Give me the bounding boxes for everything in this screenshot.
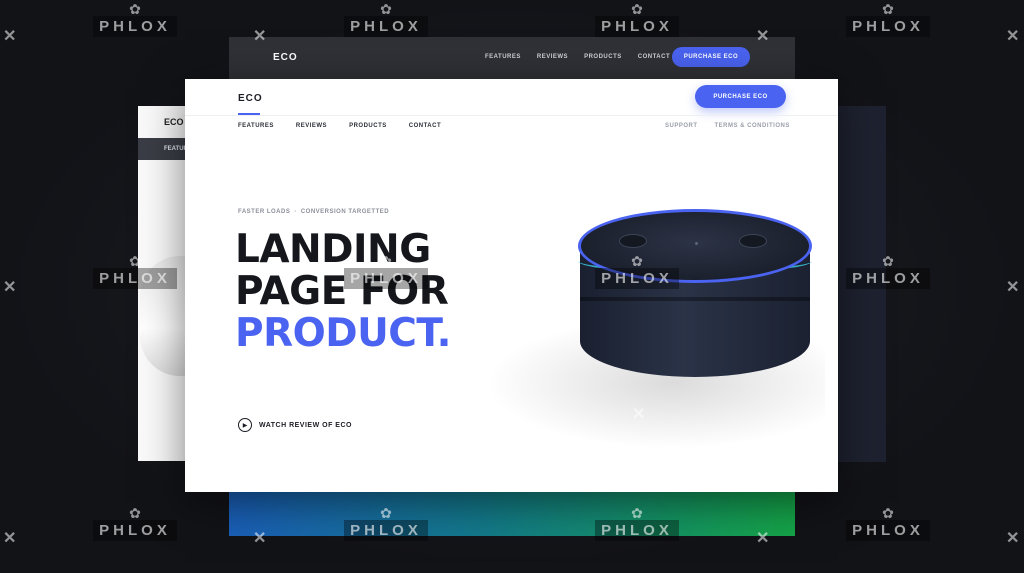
watch-review-link[interactable]: ▶ WATCH REVIEW OF ECO (238, 418, 352, 432)
header-divider (185, 115, 838, 116)
play-icon[interactable]: ▶ (238, 418, 252, 432)
lotus-icon: ✿ (129, 1, 141, 17)
phlox-watermark: ✿ PHLOX (592, 506, 682, 541)
watermark-text: PHLOX (93, 268, 177, 289)
close-icon: ✕ (632, 406, 646, 423)
watermark-text: PHLOX (595, 16, 679, 37)
secondary-nav: SUPPORT TERMS & CONDITIONS (665, 123, 790, 129)
watermark-text: PHLOX (846, 16, 930, 37)
nav-contact[interactable]: CONTACT (409, 123, 441, 129)
eyebrow-conversion: CONVERSION TARGETTED (300, 209, 390, 215)
phlox-watermark: ✿ PHLOX (90, 2, 180, 37)
lotus-icon: ✿ (882, 505, 894, 521)
bottom-preview-card (229, 492, 795, 536)
lotus-icon: ✿ (631, 253, 643, 269)
purchase-button[interactable]: PURCHASE ECO (695, 85, 786, 108)
speaker-button-right (739, 234, 767, 248)
hero-eyebrow: FASTER LOADS · CONVERSION TARGETTED (238, 209, 389, 215)
watermark-text: PHLOX (595, 268, 679, 289)
lotus-icon: ✿ (129, 505, 141, 521)
close-icon: ✕ (3, 530, 17, 547)
eyebrow-faster-loads: FASTER LOADS (238, 209, 291, 215)
watermark-text: PHLOX (595, 520, 679, 541)
left-logo: ECO (164, 117, 184, 127)
nav-reviews[interactable]: REVIEWS (296, 123, 327, 129)
speaker-mic-dot (695, 242, 698, 245)
nav-terms[interactable]: TERMS & CONDITIONS (715, 123, 790, 129)
lotus-icon: ✿ (380, 253, 392, 269)
phlox-watermark: ✿ PHLOX (843, 506, 933, 541)
back-nav: FEATURES REVIEWS PRODUCTS CONTACT (485, 54, 670, 60)
nav-products[interactable]: PRODUCTS (349, 123, 387, 129)
lotus-icon: ✿ (129, 253, 141, 269)
close-icon: ✕ (506, 279, 520, 296)
back-purchase-button: PURCHASE ECO (672, 47, 750, 67)
main-nav: FEATURES REVIEWS PRODUCTS CONTACT (238, 123, 441, 129)
close-icon: ✕ (380, 406, 394, 423)
close-icon: ✕ (380, 154, 394, 171)
phlox-watermark: ✿ PHLOX (341, 254, 431, 289)
phlox-watermark: ✿ PHLOX (341, 2, 431, 37)
phlox-watermark: ✿ PHLOX (592, 254, 682, 289)
close-icon: ✕ (253, 530, 267, 547)
watermark-text: PHLOX (344, 520, 428, 541)
watermark-text: PHLOX (93, 520, 177, 541)
close-icon: ✕ (3, 279, 17, 296)
back-nav-reviews: REVIEWS (536, 54, 569, 60)
logo[interactable]: ECO (238, 93, 263, 104)
speaker-button-left (619, 234, 647, 248)
lotus-icon: ✿ (882, 253, 894, 269)
lotus-icon: ✿ (380, 1, 392, 17)
headline-line-3: PRODUCT. (235, 311, 451, 356)
nav-support[interactable]: SUPPORT (665, 123, 698, 129)
watermark-text: PHLOX (344, 268, 428, 289)
close-icon: ✕ (1006, 279, 1020, 296)
back-nav-contact: CONTACT (637, 54, 671, 60)
lotus-icon: ✿ (882, 1, 894, 17)
phlox-watermark: ✿ PHLOX (843, 2, 933, 37)
watermark-text: PHLOX (93, 16, 177, 37)
eyebrow-separator: · (294, 209, 297, 215)
watermark-text: PHLOX (344, 16, 428, 37)
phlox-watermark: ✿ PHLOX (592, 2, 682, 37)
phlox-watermark: ✿ PHLOX (843, 254, 933, 289)
close-icon: ✕ (756, 530, 770, 547)
watch-review-label[interactable]: WATCH REVIEW OF ECO (259, 422, 352, 429)
close-icon: ✕ (1006, 530, 1020, 547)
watermark-text: PHLOX (846, 268, 930, 289)
hero-headline: LANDING PAGE FOR PRODUCT. (235, 229, 451, 355)
back-logo: ECO (273, 52, 298, 63)
lotus-icon: ✿ (380, 505, 392, 521)
phlox-watermark: ✿ PHLOX (90, 506, 180, 541)
back-preview-header: ECO FEATURES REVIEWS PRODUCTS CONTACT PU… (229, 37, 795, 82)
speaker-seam (580, 297, 810, 301)
back-nav-products: PRODUCTS (584, 54, 622, 60)
close-icon: ✕ (1006, 28, 1020, 45)
lotus-icon: ✿ (631, 1, 643, 17)
nav-features[interactable]: FEATURES (238, 123, 274, 129)
speaker-product-image (578, 209, 812, 379)
watermark-text: PHLOX (846, 520, 930, 541)
close-icon: ✕ (756, 28, 770, 45)
close-icon: ✕ (3, 28, 17, 45)
phlox-watermark: ✿ PHLOX (90, 254, 180, 289)
phlox-watermark: ✿ PHLOX (341, 506, 431, 541)
back-nav-features: FEATURES (485, 54, 521, 60)
close-icon: ✕ (253, 28, 267, 45)
close-icon: ✕ (632, 154, 646, 171)
lotus-icon: ✿ (631, 505, 643, 521)
